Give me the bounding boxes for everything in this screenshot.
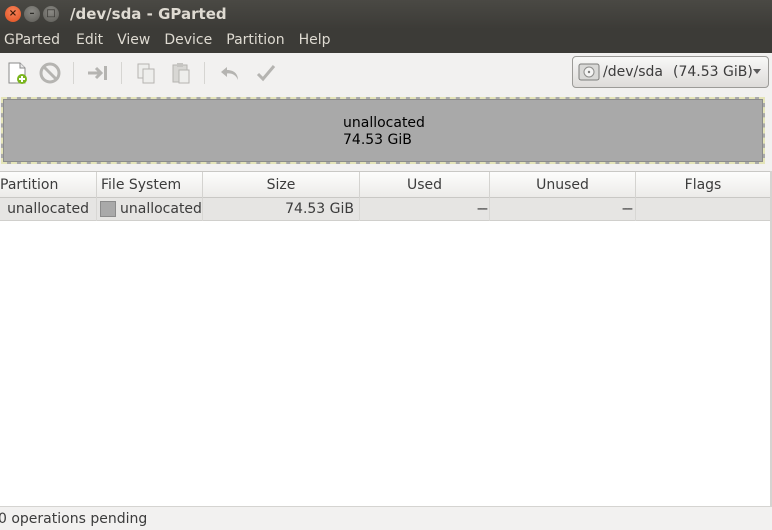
cell-size: 74.53 GiB bbox=[203, 198, 360, 221]
cell-unused: --- bbox=[490, 198, 636, 221]
menu-gparted[interactable]: GParted bbox=[0, 29, 66, 53]
title-bar: × – □ /dev/sda - GParted bbox=[0, 0, 772, 29]
toolbar-separator bbox=[73, 62, 74, 84]
delete-icon[interactable] bbox=[38, 61, 62, 85]
cell-partition: unallocated bbox=[0, 198, 97, 221]
window-title: /dev/sda - GParted bbox=[70, 5, 227, 23]
cell-file-system: unallocated bbox=[97, 198, 203, 221]
toolbar-separator bbox=[121, 62, 122, 84]
status-bar: 0 operations pending bbox=[0, 506, 772, 530]
resize-move-icon[interactable] bbox=[86, 61, 110, 85]
table-header: Partition File System Size Used Unused F… bbox=[0, 172, 770, 198]
hard-disk-icon bbox=[578, 63, 600, 81]
maximize-window-button[interactable]: □ bbox=[43, 6, 59, 22]
cell-flags bbox=[636, 198, 770, 221]
column-header-flags[interactable]: Flags bbox=[636, 172, 770, 198]
paste-icon[interactable] bbox=[169, 61, 193, 85]
cell-used: --- bbox=[360, 198, 490, 221]
column-header-used[interactable]: Used bbox=[360, 172, 490, 198]
file-system-color-swatch bbox=[100, 201, 116, 217]
undo-icon[interactable] bbox=[218, 61, 242, 85]
minimize-icon: – bbox=[29, 8, 35, 19]
apply-icon[interactable] bbox=[254, 61, 278, 85]
status-text: 0 operations pending bbox=[0, 511, 148, 527]
column-header-unused[interactable]: Unused bbox=[490, 172, 636, 198]
minimize-window-button[interactable]: – bbox=[24, 6, 40, 22]
cell-file-system-label: unallocated bbox=[120, 201, 202, 217]
copy-icon[interactable] bbox=[134, 61, 158, 85]
menu-help[interactable]: Help bbox=[291, 29, 337, 53]
device-name: /dev/sda bbox=[603, 64, 663, 80]
column-header-file-system[interactable]: File System bbox=[97, 172, 203, 198]
menu-view[interactable]: View bbox=[109, 29, 156, 53]
partition-block-size: 74.53 GiB bbox=[343, 132, 412, 148]
menu-partition[interactable]: Partition bbox=[218, 29, 290, 53]
close-icon: × bbox=[8, 8, 18, 19]
menu-bar: GParted Edit View Device Partition Help bbox=[0, 29, 772, 53]
close-window-button[interactable]: × bbox=[5, 6, 21, 22]
toolbar-separator bbox=[204, 62, 205, 84]
column-header-size[interactable]: Size bbox=[203, 172, 360, 198]
chevron-down-icon bbox=[753, 69, 761, 74]
menu-device[interactable]: Device bbox=[156, 29, 218, 53]
device-selector[interactable]: /dev/sda (74.53 GiB) bbox=[572, 56, 769, 88]
partition-block-label: unallocated bbox=[343, 115, 425, 131]
menu-edit[interactable]: Edit bbox=[66, 29, 109, 53]
partition-table: Partition File System Size Used Unused F… bbox=[0, 171, 770, 506]
table-row[interactable]: unallocated unallocated 74.53 GiB --- --… bbox=[0, 198, 770, 221]
maximize-icon: □ bbox=[46, 8, 56, 19]
new-partition-icon[interactable] bbox=[5, 61, 29, 85]
device-size: (74.53 GiB) bbox=[672, 64, 753, 80]
column-header-partition[interactable]: Partition bbox=[0, 172, 97, 198]
